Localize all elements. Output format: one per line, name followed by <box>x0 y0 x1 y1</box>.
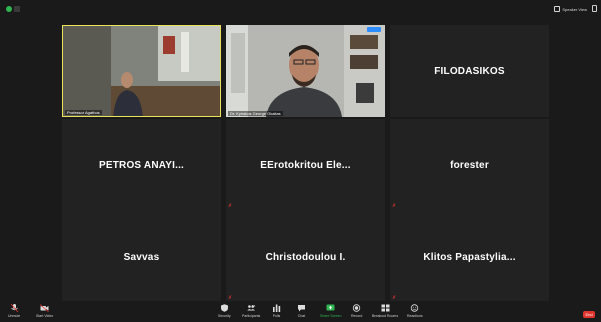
chat-label: Chat <box>297 314 306 318</box>
breakout-rooms-icon <box>381 304 390 312</box>
reactions-button[interactable]: Reactions <box>407 304 423 321</box>
participant-tile-savvas[interactable]: Savvas <box>62 211 221 303</box>
video-off-icon <box>40 304 49 312</box>
participant-tile-eerotokritou[interactable]: EErotokritou Ele... ✗ <box>226 119 385 211</box>
record-label: Record <box>351 314 363 318</box>
participant-name: PETROS ANAYI... <box>98 159 185 171</box>
security-button[interactable]: Security <box>218 304 231 321</box>
share-screen-label: Share Screen <box>320 314 342 318</box>
share-screen-icon <box>326 304 335 312</box>
participant-caption: Professor Agathos <box>65 110 102 115</box>
speaker-view-label: Speaker View <box>562 6 587 12</box>
participant-tile-george[interactable]: Dr. Kyriakos George Gkaitas <box>226 25 385 117</box>
participants-button[interactable]: Participants 16 <box>242 304 260 321</box>
participant-video-george <box>226 25 385 117</box>
participant-tile-filodasikos[interactable]: FILODASIKOS <box>390 25 549 117</box>
share-screen-button[interactable]: Share Screen <box>320 304 341 321</box>
participant-tile-petros[interactable]: PETROS ANAYI... <box>62 119 221 211</box>
security-label: Security <box>218 314 231 318</box>
participant-video-agathos <box>63 26 220 116</box>
unmute-label: Unmute <box>8 314 21 318</box>
encryption-shield-icon[interactable] <box>6 6 12 12</box>
unmute-button[interactable]: Unmute <box>8 304 20 321</box>
participant-tile-christodoulou[interactable]: Christodoulou I. ✗ <box>226 211 385 303</box>
polls-button[interactable]: Polls <box>272 304 281 321</box>
participant-name: Savvas <box>123 251 160 263</box>
speaker-view-button[interactable]: Speaker View <box>554 5 587 13</box>
meeting-info-icon[interactable] <box>14 6 20 12</box>
badge <box>367 27 381 32</box>
reactions-label: Reactions <box>407 314 423 318</box>
participant-caption: Dr. Kyriakos George Gkaitas <box>228 111 283 116</box>
smiley-icon <box>410 304 419 312</box>
record-button[interactable]: Record <box>351 304 362 321</box>
participant-name: forester <box>450 159 489 171</box>
grid-icon <box>554 6 561 12</box>
meeting-top-bar: Speaker View <box>0 0 601 18</box>
polls-label: Polls <box>272 314 281 318</box>
participants-count: 16 <box>252 304 256 308</box>
shield-icon <box>220 304 229 312</box>
end-meeting-button[interactable]: End <box>583 311 595 318</box>
participants-label: Participants <box>242 314 261 318</box>
mic-muted-icon <box>10 304 19 312</box>
chat-bubble-icon <box>297 304 306 312</box>
participant-tile-klitos[interactable]: Klitos Papastylia... ✗ <box>390 211 549 303</box>
muted-mic-icon: ✗ <box>228 203 233 209</box>
participant-name: EErotokritou Ele... <box>260 159 351 171</box>
bar-chart-icon <box>272 304 281 312</box>
start-video-label: Start Video <box>36 314 54 318</box>
breakout-rooms-label: Breakout Rooms <box>372 314 399 318</box>
breakout-rooms-button[interactable]: Breakout Rooms <box>372 304 398 321</box>
participant-name: Christodoulou I. <box>265 251 346 263</box>
participant-name: FILODASIKOS <box>434 65 505 77</box>
participant-tile-professor-agathos[interactable]: Professor Agathos <box>62 25 221 117</box>
participant-name: Klitos Papastylia... <box>423 251 516 263</box>
start-video-button[interactable]: Start Video <box>36 304 53 321</box>
record-icon <box>352 304 361 312</box>
chat-button[interactable]: Chat <box>297 304 306 321</box>
fullscreen-icon[interactable] <box>592 5 597 12</box>
meeting-toolbar: Unmute Start Video Security Participants… <box>0 301 601 322</box>
participant-tile-forester[interactable]: forester ✗ <box>390 119 549 211</box>
muted-mic-icon: ✗ <box>392 203 397 209</box>
